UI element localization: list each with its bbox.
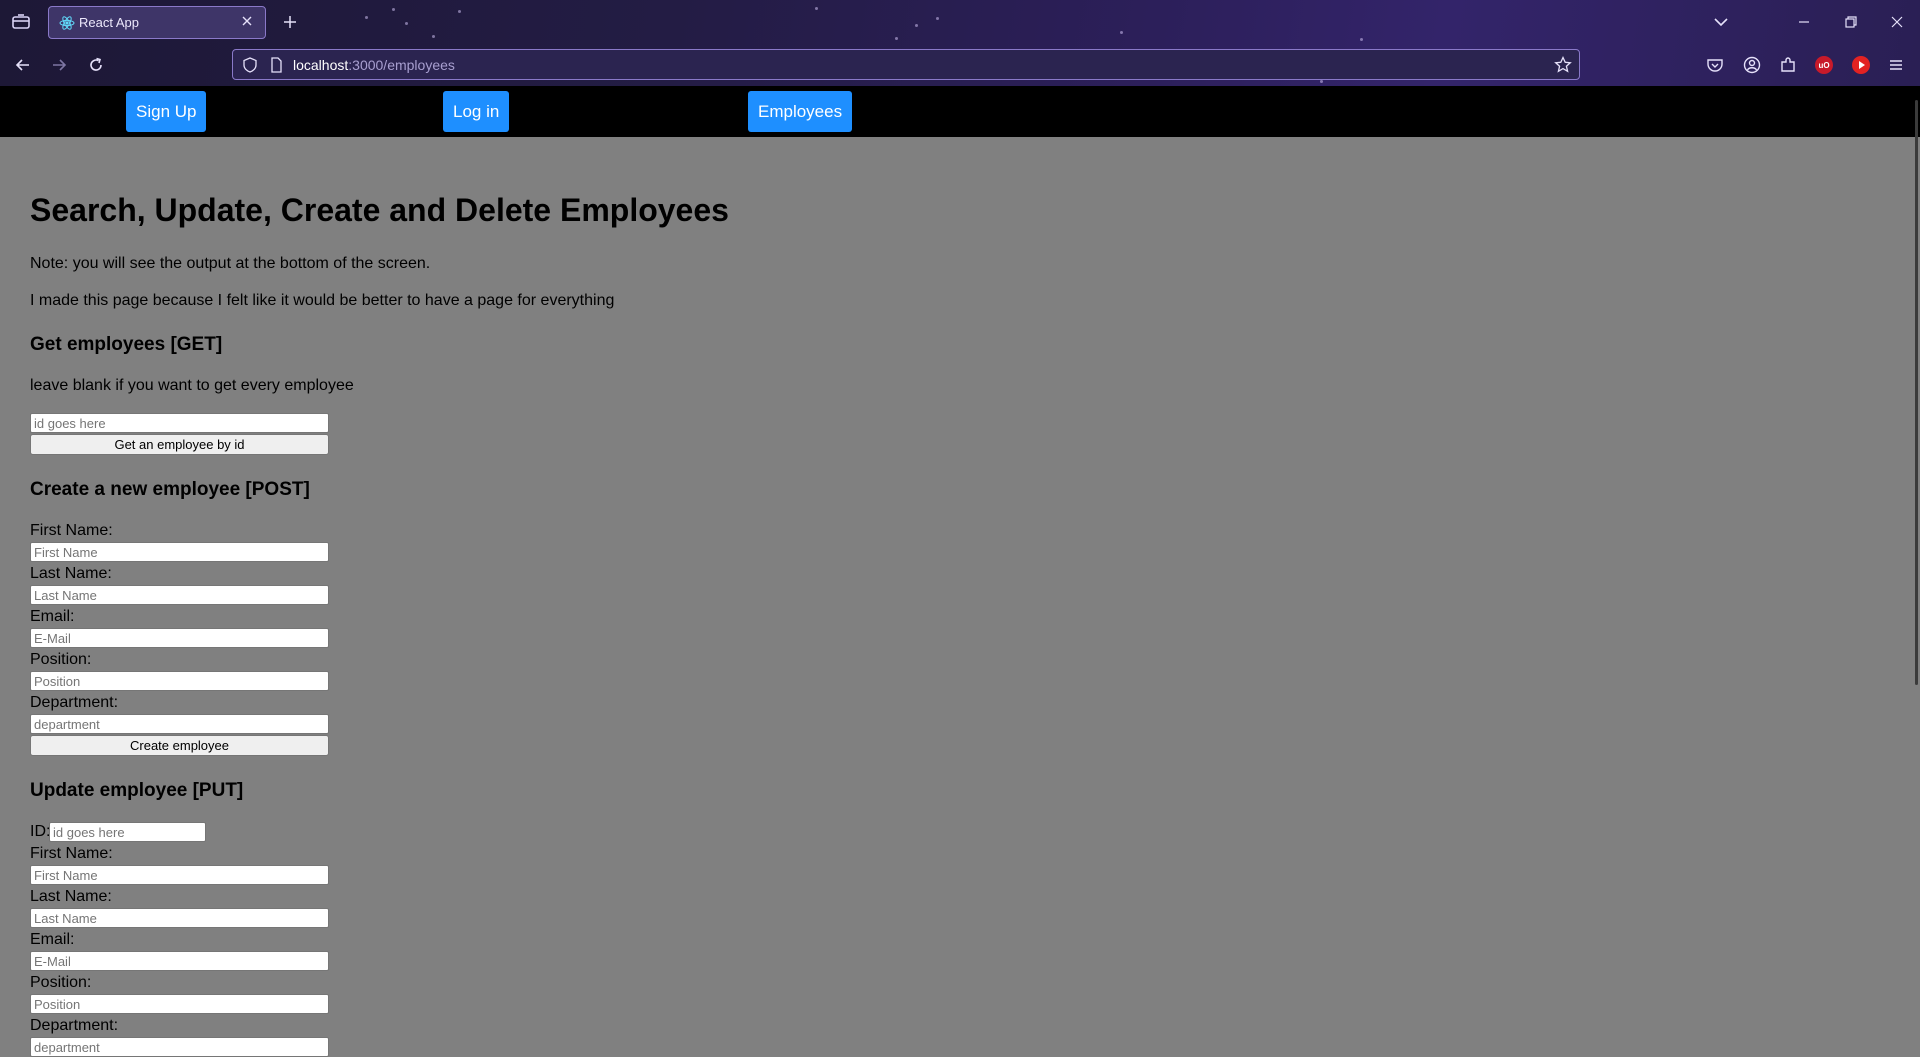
scrollbar-thumb[interactable] — [1915, 100, 1918, 685]
background-star — [815, 7, 818, 10]
back-icon[interactable] — [12, 54, 34, 76]
hamburger-menu-icon[interactable] — [1886, 55, 1906, 75]
play-icon — [1859, 61, 1865, 69]
update-department-input[interactable] — [30, 1037, 329, 1057]
address-bar[interactable]: localhost:3000/employees — [232, 49, 1580, 80]
background-star — [895, 37, 898, 40]
close-tab-icon[interactable] — [239, 13, 255, 29]
tab-list-icon[interactable] — [10, 12, 32, 32]
ublock-origin-icon[interactable]: uO — [1815, 56, 1833, 74]
react-logo-icon — [59, 16, 75, 30]
restore-icon[interactable] — [1841, 12, 1861, 32]
create-last-name-label: Last Name: — [30, 565, 112, 582]
get-employee-button[interactable]: Get an employee by id — [30, 434, 329, 455]
update-position-input[interactable] — [30, 994, 329, 1014]
background-star — [458, 10, 461, 13]
create-email-input[interactable] — [30, 628, 329, 648]
update-email-label: Email: — [30, 931, 75, 948]
create-position-label: Position: — [30, 651, 92, 668]
background-star — [1120, 31, 1123, 34]
background-star — [392, 8, 395, 11]
create-email-label: Email: — [30, 608, 75, 625]
extensions-icon[interactable] — [1778, 55, 1798, 75]
page-reason-text: I made this page because I felt like it … — [30, 292, 615, 309]
pocket-icon[interactable] — [1705, 55, 1725, 75]
background-star — [1320, 80, 1323, 83]
new-tab-icon[interactable] — [280, 12, 300, 32]
create-position-input[interactable] — [30, 671, 329, 691]
create-first-name-input[interactable] — [30, 542, 329, 562]
update-position-label: Position: — [30, 974, 92, 991]
update-email-input[interactable] — [30, 951, 329, 971]
site-navbar: Sign Up Log in Employees — [0, 86, 1920, 137]
update-id-label: ID: — [30, 823, 51, 840]
update-last-name-label: Last Name: — [30, 888, 112, 905]
update-first-name-input[interactable] — [30, 865, 329, 885]
background-star — [365, 16, 368, 19]
update-section-heading: Update employee [PUT] — [30, 780, 244, 801]
login-link[interactable]: Log in — [443, 91, 510, 132]
update-first-name-label: First Name: — [30, 845, 113, 862]
output-note: Note: you will see the output at the bot… — [30, 255, 431, 272]
background-star — [936, 17, 939, 20]
create-department-input[interactable] — [30, 714, 329, 734]
browser-tab[interactable]: React App — [48, 6, 266, 39]
get-section-hint: leave blank if you want to get every emp… — [30, 377, 354, 394]
minimize-icon[interactable] — [1794, 12, 1814, 32]
create-employee-button[interactable]: Create employee — [30, 735, 329, 756]
account-icon[interactable] — [1742, 55, 1762, 75]
bookmark-star-icon[interactable] — [1553, 55, 1573, 75]
shield-icon[interactable] — [241, 56, 259, 74]
create-department-label: Department: — [30, 694, 119, 711]
url-host: localhost — [293, 57, 349, 73]
youtube-extension-icon[interactable] — [1852, 56, 1870, 74]
page-title: Search, Update, Create and Delete Employ… — [30, 192, 729, 228]
update-last-name-input[interactable] — [30, 908, 329, 928]
forward-icon[interactable] — [48, 54, 70, 76]
employees-link[interactable]: Employees — [748, 91, 853, 132]
get-section-heading: Get employees [GET] — [30, 334, 223, 355]
background-star — [432, 35, 435, 38]
tab-title: React App — [79, 15, 139, 30]
chevron-down-icon[interactable] — [1711, 12, 1731, 32]
signup-link[interactable]: Sign Up — [126, 91, 207, 132]
create-first-name-label: First Name: — [30, 522, 113, 539]
url-path: :3000/employees — [348, 57, 455, 73]
update-id-input[interactable] — [49, 822, 206, 842]
close-window-icon[interactable] — [1887, 12, 1907, 32]
background-star — [915, 24, 918, 27]
reload-icon[interactable] — [85, 54, 107, 76]
create-last-name-input[interactable] — [30, 585, 329, 605]
url-text[interactable]: localhost:3000/employees — [293, 57, 455, 73]
background-star — [1360, 38, 1363, 41]
update-department-label: Department: — [30, 1017, 119, 1034]
page-info-icon[interactable] — [267, 56, 285, 74]
background-star — [405, 22, 408, 25]
browser-chrome: React App localhost:3000/employees uO — [0, 0, 1920, 86]
get-id-input[interactable] — [30, 413, 329, 433]
create-section-heading: Create a new employee [POST] — [30, 479, 310, 500]
